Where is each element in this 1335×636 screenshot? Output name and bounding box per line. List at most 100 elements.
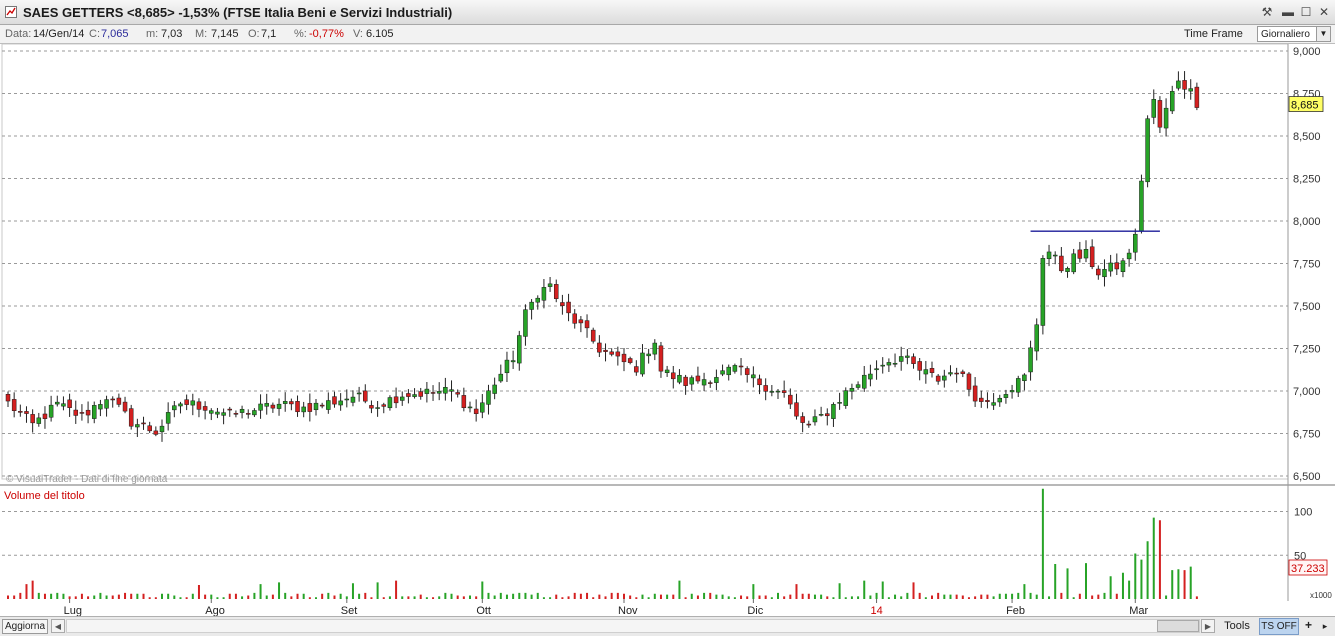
- candle-down[interactable]: [972, 385, 978, 402]
- candle-up[interactable]: [1071, 253, 1076, 273]
- close-button[interactable]: ✕: [1316, 4, 1332, 20]
- candle-up[interactable]: [837, 402, 842, 404]
- candle-up[interactable]: [775, 390, 781, 393]
- candle-up[interactable]: [276, 403, 282, 409]
- candle-up[interactable]: [159, 425, 165, 433]
- candle-down[interactable]: [960, 371, 966, 374]
- candle-down[interactable]: [1089, 246, 1095, 268]
- candle-down[interactable]: [461, 395, 467, 409]
- candle-down[interactable]: [5, 394, 11, 402]
- candle-up[interactable]: [443, 387, 448, 394]
- candle-down[interactable]: [1157, 100, 1163, 128]
- candle-up[interactable]: [504, 359, 510, 374]
- candle-up[interactable]: [726, 366, 731, 376]
- candle-up[interactable]: [535, 297, 541, 303]
- candle-down[interactable]: [184, 399, 189, 405]
- candle-up[interactable]: [190, 400, 196, 406]
- candle-up[interactable]: [886, 362, 892, 366]
- candle-up[interactable]: [387, 397, 393, 409]
- candle-up[interactable]: [1046, 251, 1052, 259]
- candle-up[interactable]: [732, 365, 738, 372]
- candle-up[interactable]: [498, 373, 504, 382]
- zoom-in-button[interactable]: +: [1302, 619, 1315, 633]
- candle-up[interactable]: [997, 397, 1003, 403]
- candle-up[interactable]: [436, 391, 442, 394]
- candle-down[interactable]: [1194, 86, 1200, 108]
- candle-down[interactable]: [11, 399, 17, 411]
- candle-down[interactable]: [85, 409, 91, 416]
- candle-up[interactable]: [313, 402, 319, 411]
- candle-down[interactable]: [578, 319, 584, 324]
- candle-up[interactable]: [1028, 347, 1033, 373]
- candle-up[interactable]: [529, 301, 534, 310]
- candle-up[interactable]: [252, 410, 257, 416]
- candle-up[interactable]: [1151, 99, 1157, 118]
- candle-down[interactable]: [128, 408, 134, 427]
- candle-up[interactable]: [1015, 378, 1021, 393]
- candle-up[interactable]: [61, 403, 66, 407]
- candle-up[interactable]: [104, 399, 109, 409]
- candle-up[interactable]: [517, 335, 522, 364]
- candle-up[interactable]: [1065, 268, 1070, 272]
- candle-down[interactable]: [369, 405, 374, 409]
- candle-down[interactable]: [141, 422, 146, 425]
- candle-up[interactable]: [258, 403, 263, 411]
- candle-up[interactable]: [1188, 88, 1193, 92]
- candle-down[interactable]: [615, 351, 621, 357]
- candle-down[interactable]: [30, 414, 35, 424]
- candle-down[interactable]: [24, 411, 29, 414]
- candle-down[interactable]: [560, 302, 565, 307]
- candle-up[interactable]: [1040, 258, 1046, 326]
- candle-up[interactable]: [55, 401, 60, 405]
- candle-down[interactable]: [295, 401, 300, 413]
- candle-up[interactable]: [399, 396, 405, 401]
- candle-down[interactable]: [116, 397, 122, 405]
- candle-down[interactable]: [406, 393, 411, 397]
- candle-down[interactable]: [929, 368, 935, 373]
- candle-down[interactable]: [1182, 80, 1187, 90]
- candle-up[interactable]: [831, 404, 836, 419]
- candle-down[interactable]: [584, 320, 590, 329]
- candle-up[interactable]: [338, 400, 343, 406]
- candle-up[interactable]: [720, 370, 725, 375]
- candle-up[interactable]: [301, 406, 306, 413]
- candle-up[interactable]: [326, 400, 331, 410]
- candle-up[interactable]: [172, 405, 177, 411]
- candle-up[interactable]: [818, 414, 824, 416]
- candle-down[interactable]: [627, 358, 633, 363]
- maximize-button[interactable]: ☐: [1298, 4, 1314, 20]
- scroll-left-button[interactable]: ◀: [51, 619, 65, 633]
- candle-down[interactable]: [245, 413, 251, 415]
- candle-up[interactable]: [849, 388, 855, 392]
- candle-down[interactable]: [332, 396, 337, 405]
- candle-up[interactable]: [350, 396, 356, 403]
- candle-up[interactable]: [1083, 248, 1089, 259]
- minimize-button[interactable]: ▬: [1280, 4, 1296, 20]
- candle-up[interactable]: [239, 408, 245, 413]
- ts-off-button[interactable]: TS OFF: [1259, 618, 1299, 635]
- candle-down[interactable]: [1059, 255, 1064, 272]
- tools-button[interactable]: Tools: [1218, 619, 1256, 634]
- candle-down[interactable]: [658, 345, 664, 372]
- candle-up[interactable]: [356, 392, 362, 395]
- candle-down[interactable]: [566, 301, 571, 314]
- candle-up[interactable]: [991, 402, 996, 406]
- candle-up[interactable]: [1163, 107, 1169, 129]
- candle-down[interactable]: [794, 402, 799, 417]
- candle-up[interactable]: [701, 379, 707, 386]
- candle-down[interactable]: [363, 390, 368, 402]
- candle-down[interactable]: [572, 313, 577, 324]
- candle-down[interactable]: [781, 390, 787, 393]
- candle-up[interactable]: [486, 390, 491, 405]
- candle-up[interactable]: [165, 412, 171, 424]
- candle-down[interactable]: [985, 400, 990, 402]
- candle-up[interactable]: [48, 404, 54, 418]
- candle-up[interactable]: [91, 405, 97, 419]
- candle-up[interactable]: [714, 377, 719, 383]
- candle-down[interactable]: [18, 411, 23, 413]
- candle-up[interactable]: [855, 384, 861, 388]
- candle-down[interactable]: [744, 368, 750, 375]
- candle-up[interactable]: [282, 401, 288, 404]
- candle-up[interactable]: [1145, 118, 1150, 183]
- candle-up[interactable]: [412, 394, 417, 397]
